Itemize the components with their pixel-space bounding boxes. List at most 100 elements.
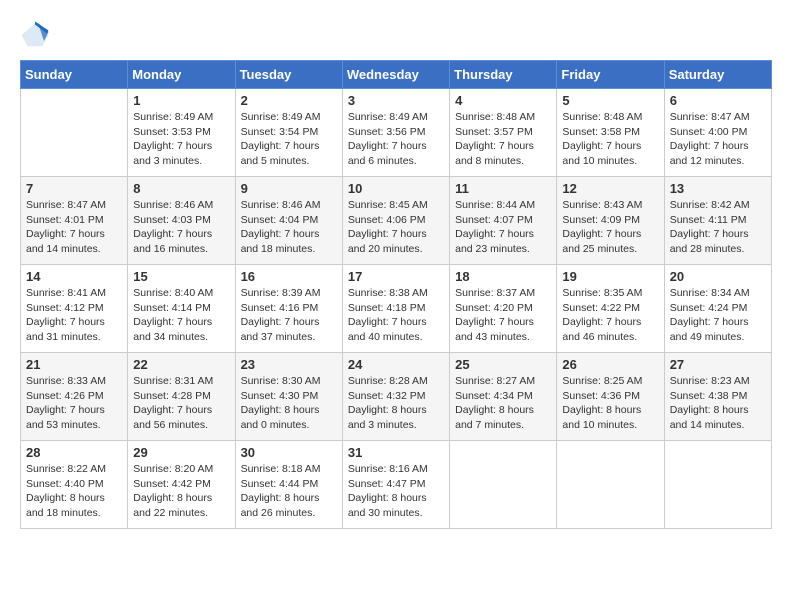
calendar-cell: 26 Sunrise: 8:25 AM Sunset: 4:36 PM Dayli… bbox=[557, 353, 664, 441]
day-number: 10 bbox=[348, 181, 444, 196]
logo bbox=[20, 20, 54, 50]
day-info: Sunrise: 8:30 AM Sunset: 4:30 PM Dayligh… bbox=[241, 374, 337, 433]
calendar-cell: 5Sunrise: 8:48 AM Sunset: 3:58 PM Daylig… bbox=[557, 89, 664, 177]
calendar-cell: 23 Sunrise: 8:30 AM Sunset: 4:30 PM Dayli… bbox=[235, 353, 342, 441]
day-info: Sunrise: 8:49 AM Sunset: 3:54 PM Dayligh… bbox=[241, 110, 337, 169]
week-row-1: 7 Sunrise: 8:47 AM Sunset: 4:01 PM Daylig… bbox=[21, 177, 772, 265]
day-info: Sunrise: 8:22 AM Sunset: 4:40 PM Dayligh… bbox=[26, 462, 122, 521]
day-number: 18 bbox=[455, 269, 551, 284]
day-number: 31 bbox=[348, 445, 444, 460]
day-info: Sunrise: 8:23 AM Sunset: 4:38 PM Dayligh… bbox=[670, 374, 766, 433]
day-number: 23 bbox=[241, 357, 337, 372]
calendar-cell: 12 Sunrise: 8:43 AM Sunset: 4:09 PM Dayli… bbox=[557, 177, 664, 265]
day-info: Sunrise: 8:40 AM Sunset: 4:14 PM Dayligh… bbox=[133, 286, 229, 345]
day-info: Sunrise: 8:42 AM Sunset: 4:11 PM Dayligh… bbox=[670, 198, 766, 257]
day-number: 9 bbox=[241, 181, 337, 196]
day-info: Sunrise: 8:46 AM Sunset: 4:03 PM Dayligh… bbox=[133, 198, 229, 257]
day-number: 19 bbox=[562, 269, 658, 284]
weekday-header-monday: Monday bbox=[128, 61, 235, 89]
weekday-header-saturday: Saturday bbox=[664, 61, 771, 89]
calendar-cell: 28 Sunrise: 8:22 AM Sunset: 4:40 PM Dayli… bbox=[21, 441, 128, 529]
day-number: 28 bbox=[26, 445, 122, 460]
calendar-cell: 27 Sunrise: 8:23 AM Sunset: 4:38 PM Dayli… bbox=[664, 353, 771, 441]
day-info: Sunrise: 8:46 AM Sunset: 4:04 PM Dayligh… bbox=[241, 198, 337, 257]
day-info: Sunrise: 8:44 AM Sunset: 4:07 PM Dayligh… bbox=[455, 198, 551, 257]
day-number: 1 bbox=[133, 93, 229, 108]
day-number: 3 bbox=[348, 93, 444, 108]
day-number: 21 bbox=[26, 357, 122, 372]
day-number: 29 bbox=[133, 445, 229, 460]
calendar-cell: 24Sunrise: 8:28 AM Sunset: 4:32 PM Dayli… bbox=[342, 353, 449, 441]
day-info: Sunrise: 8:43 AM Sunset: 4:09 PM Dayligh… bbox=[562, 198, 658, 257]
calendar-cell bbox=[557, 441, 664, 529]
day-info: Sunrise: 8:28 AM Sunset: 4:32 PM Dayligh… bbox=[348, 374, 444, 433]
day-info: Sunrise: 8:47 AM Sunset: 4:01 PM Dayligh… bbox=[26, 198, 122, 257]
weekday-header-sunday: Sunday bbox=[21, 61, 128, 89]
day-info: Sunrise: 8:18 AM Sunset: 4:44 PM Dayligh… bbox=[241, 462, 337, 521]
day-number: 17 bbox=[348, 269, 444, 284]
day-info: Sunrise: 8:16 AM Sunset: 4:47 PM Dayligh… bbox=[348, 462, 444, 521]
day-number: 15 bbox=[133, 269, 229, 284]
day-number: 12 bbox=[562, 181, 658, 196]
day-info: Sunrise: 8:47 AM Sunset: 4:00 PM Dayligh… bbox=[670, 110, 766, 169]
calendar-cell: 3 Sunrise: 8:49 AM Sunset: 3:56 PM Daylig… bbox=[342, 89, 449, 177]
calendar-cell: 22Sunrise: 8:31 AM Sunset: 4:28 PM Dayli… bbox=[128, 353, 235, 441]
day-number: 2 bbox=[241, 93, 337, 108]
week-row-0: 1 Sunrise: 8:49 AM Sunset: 3:53 PM Daylig… bbox=[21, 89, 772, 177]
day-number: 6 bbox=[670, 93, 766, 108]
day-info: Sunrise: 8:25 AM Sunset: 4:36 PM Dayligh… bbox=[562, 374, 658, 433]
calendar-cell bbox=[21, 89, 128, 177]
day-number: 20 bbox=[670, 269, 766, 284]
weekday-header-wednesday: Wednesday bbox=[342, 61, 449, 89]
calendar-cell: 18 Sunrise: 8:37 AM Sunset: 4:20 PM Dayli… bbox=[450, 265, 557, 353]
calendar-cell: 29 Sunrise: 8:20 AM Sunset: 4:42 PM Dayli… bbox=[128, 441, 235, 529]
calendar-cell: 1 Sunrise: 8:49 AM Sunset: 3:53 PM Daylig… bbox=[128, 89, 235, 177]
day-number: 13 bbox=[670, 181, 766, 196]
day-info: Sunrise: 8:34 AM Sunset: 4:24 PM Dayligh… bbox=[670, 286, 766, 345]
calendar-cell: 13 Sunrise: 8:42 AM Sunset: 4:11 PM Dayli… bbox=[664, 177, 771, 265]
calendar-cell: 10 Sunrise: 8:45 AM Sunset: 4:06 PM Dayli… bbox=[342, 177, 449, 265]
day-info: Sunrise: 8:31 AM Sunset: 4:28 PM Dayligh… bbox=[133, 374, 229, 433]
calendar-cell: 16 Sunrise: 8:39 AM Sunset: 4:16 PM Dayli… bbox=[235, 265, 342, 353]
calendar-cell bbox=[664, 441, 771, 529]
weekday-header-friday: Friday bbox=[557, 61, 664, 89]
day-number: 8 bbox=[133, 181, 229, 196]
calendar-cell: 31 Sunrise: 8:16 AM Sunset: 4:47 PM Dayli… bbox=[342, 441, 449, 529]
day-info: Sunrise: 8:38 AM Sunset: 4:18 PM Dayligh… bbox=[348, 286, 444, 345]
calendar-cell: 11Sunrise: 8:44 AM Sunset: 4:07 PM Dayli… bbox=[450, 177, 557, 265]
day-number: 7 bbox=[26, 181, 122, 196]
logo-icon bbox=[20, 20, 50, 50]
week-row-2: 14 Sunrise: 8:41 AM Sunset: 4:12 PM Dayli… bbox=[21, 265, 772, 353]
weekday-header-row: SundayMondayTuesdayWednesdayThursdayFrid… bbox=[21, 61, 772, 89]
day-number: 16 bbox=[241, 269, 337, 284]
calendar-cell: 21 Sunrise: 8:33 AM Sunset: 4:26 PM Dayli… bbox=[21, 353, 128, 441]
weekday-header-tuesday: Tuesday bbox=[235, 61, 342, 89]
day-number: 30 bbox=[241, 445, 337, 460]
calendar-cell: 30 Sunrise: 8:18 AM Sunset: 4:44 PM Dayli… bbox=[235, 441, 342, 529]
day-info: Sunrise: 8:37 AM Sunset: 4:20 PM Dayligh… bbox=[455, 286, 551, 345]
calendar-cell: 19Sunrise: 8:35 AM Sunset: 4:22 PM Dayli… bbox=[557, 265, 664, 353]
calendar-cell: 2 Sunrise: 8:49 AM Sunset: 3:54 PM Daylig… bbox=[235, 89, 342, 177]
day-info: Sunrise: 8:49 AM Sunset: 3:56 PM Dayligh… bbox=[348, 110, 444, 169]
calendar-cell: 17 Sunrise: 8:38 AM Sunset: 4:18 PM Dayli… bbox=[342, 265, 449, 353]
day-number: 14 bbox=[26, 269, 122, 284]
calendar-cell: 9 Sunrise: 8:46 AM Sunset: 4:04 PM Daylig… bbox=[235, 177, 342, 265]
day-number: 27 bbox=[670, 357, 766, 372]
day-info: Sunrise: 8:39 AM Sunset: 4:16 PM Dayligh… bbox=[241, 286, 337, 345]
day-info: Sunrise: 8:33 AM Sunset: 4:26 PM Dayligh… bbox=[26, 374, 122, 433]
day-info: Sunrise: 8:48 AM Sunset: 3:57 PM Dayligh… bbox=[455, 110, 551, 169]
calendar-table: SundayMondayTuesdayWednesdayThursdayFrid… bbox=[20, 60, 772, 529]
page-header bbox=[20, 20, 772, 50]
day-number: 26 bbox=[562, 357, 658, 372]
day-info: Sunrise: 8:20 AM Sunset: 4:42 PM Dayligh… bbox=[133, 462, 229, 521]
day-info: Sunrise: 8:49 AM Sunset: 3:53 PM Dayligh… bbox=[133, 110, 229, 169]
day-info: Sunrise: 8:45 AM Sunset: 4:06 PM Dayligh… bbox=[348, 198, 444, 257]
day-info: Sunrise: 8:48 AM Sunset: 3:58 PM Dayligh… bbox=[562, 110, 658, 169]
week-row-3: 21 Sunrise: 8:33 AM Sunset: 4:26 PM Dayli… bbox=[21, 353, 772, 441]
calendar-cell: 4Sunrise: 8:48 AM Sunset: 3:57 PM Daylig… bbox=[450, 89, 557, 177]
day-info: Sunrise: 8:41 AM Sunset: 4:12 PM Dayligh… bbox=[26, 286, 122, 345]
day-number: 25 bbox=[455, 357, 551, 372]
calendar-cell: 8 Sunrise: 8:46 AM Sunset: 4:03 PM Daylig… bbox=[128, 177, 235, 265]
calendar-cell bbox=[450, 441, 557, 529]
calendar-cell: 14 Sunrise: 8:41 AM Sunset: 4:12 PM Dayli… bbox=[21, 265, 128, 353]
